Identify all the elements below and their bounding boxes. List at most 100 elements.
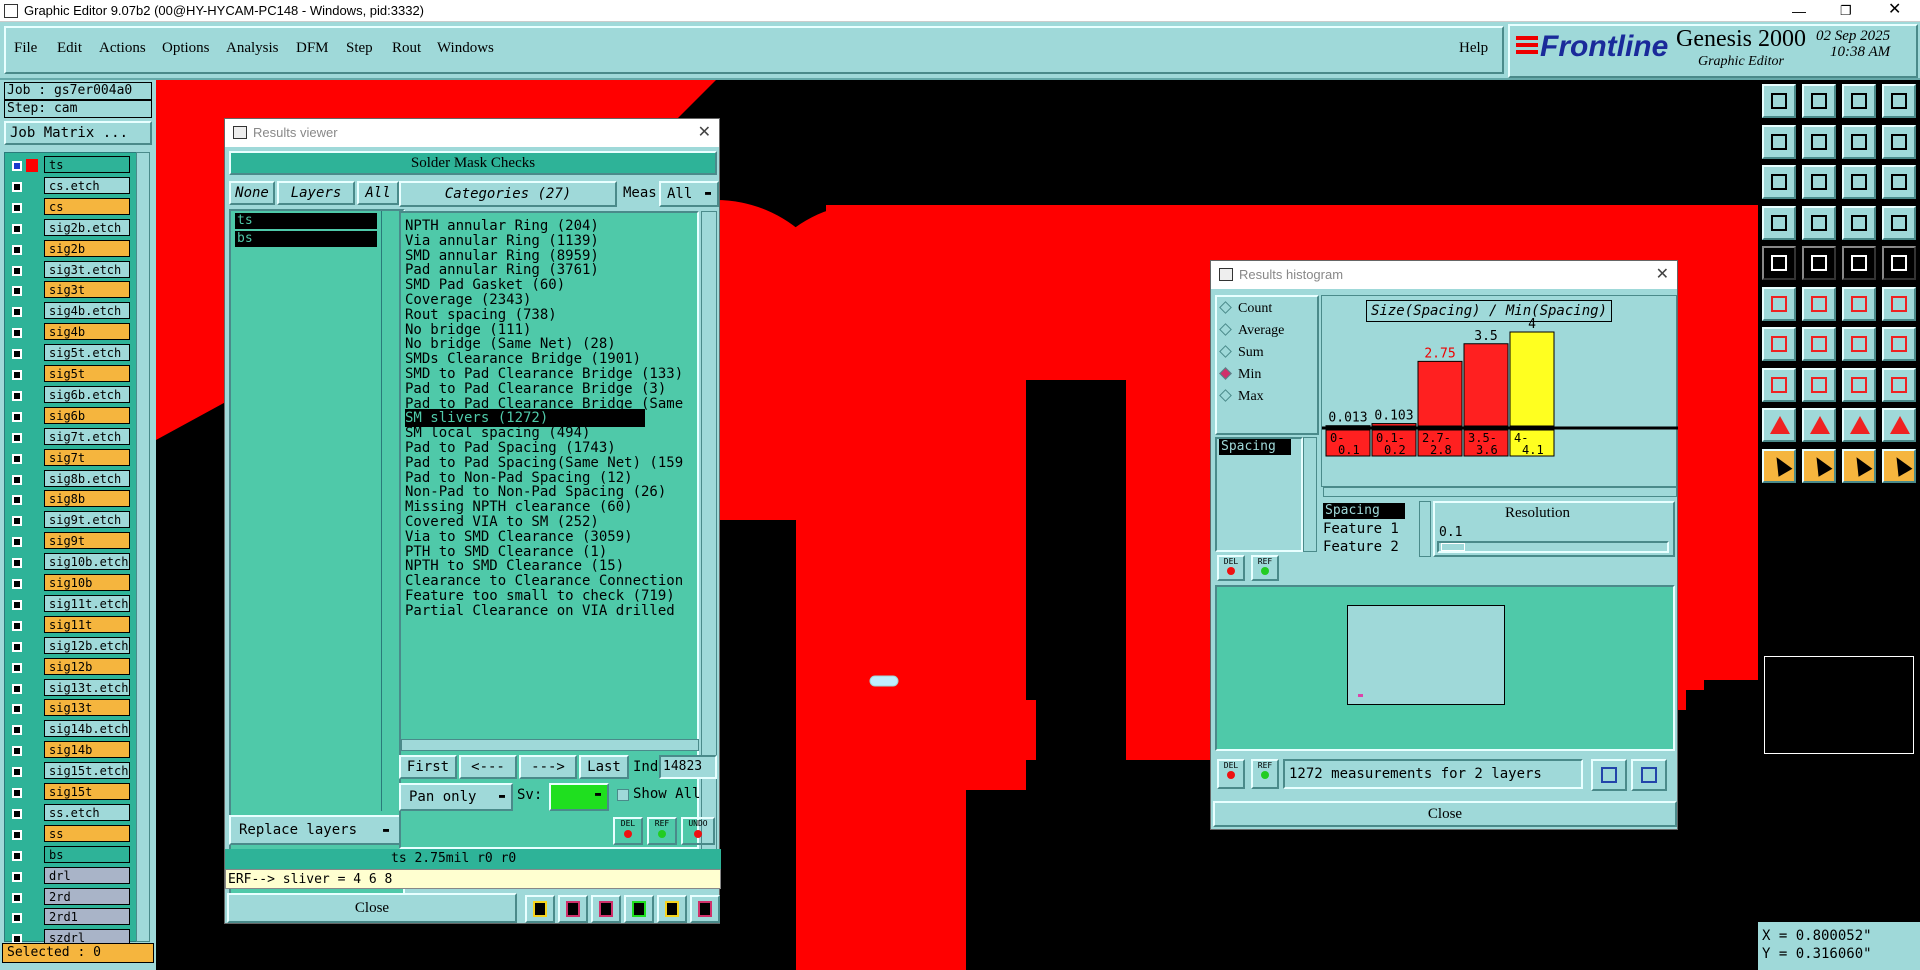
all-layers-button[interactable]: All — [357, 181, 399, 205]
menu-step[interactable]: Step — [346, 40, 373, 57]
layers-button[interactable]: Layers — [277, 181, 355, 205]
mode-option[interactable]: Average — [1219, 323, 1284, 341]
layer-checkbox[interactable] — [12, 662, 22, 673]
severity-color-select[interactable]: ▬ — [549, 783, 609, 811]
menu-file[interactable]: File — [14, 40, 37, 57]
draw-arc-icon[interactable] — [1802, 327, 1836, 361]
add-line-icon[interactable] — [1882, 286, 1916, 321]
layer-checkbox[interactable] — [12, 683, 22, 694]
layer-checkbox[interactable] — [12, 244, 22, 255]
layer-row[interactable]: sig9t.etch — [8, 511, 130, 530]
layer-checkbox[interactable] — [12, 202, 22, 213]
hist-del2-button[interactable]: DEL — [1217, 759, 1245, 789]
pointer3-icon[interactable] — [1842, 448, 1876, 483]
none-button[interactable]: None — [229, 181, 275, 205]
layer-checkbox[interactable] — [12, 181, 22, 192]
replace-layers-button[interactable]: Replace layers — [229, 815, 405, 845]
triangle4-icon[interactable] — [1882, 408, 1916, 442]
layer-checkbox[interactable] — [12, 558, 22, 569]
radio-diamond-icon[interactable] — [1219, 367, 1232, 380]
grid-icon[interactable] — [1802, 205, 1836, 240]
feature-item[interactable]: Spacing — [1323, 503, 1405, 519]
layer-row[interactable]: sig2b.etch — [8, 218, 130, 238]
select-pad-icon[interactable] — [1762, 367, 1796, 402]
export-icon[interactable] — [1591, 759, 1627, 791]
maximize-icon[interactable]: ❐ — [1840, 0, 1852, 22]
histogram-close-icon[interactable]: ✕ — [1656, 261, 1669, 289]
feature-vscroll[interactable] — [1419, 501, 1431, 557]
zoom-fit-icon[interactable] — [1842, 124, 1876, 159]
layer-checkbox[interactable] — [12, 579, 22, 589]
scale-icon[interactable] — [1842, 165, 1876, 199]
report-icon[interactable] — [657, 895, 687, 923]
results-layer-item[interactable]: bs — [235, 231, 377, 247]
layer-row[interactable]: sig6b.etch — [8, 385, 130, 405]
layer-row[interactable]: sig5t.etch — [8, 344, 130, 363]
layer-list-vscroll[interactable] — [381, 211, 401, 811]
attribute-vscroll[interactable] — [1303, 437, 1317, 552]
hist-ref-button[interactable]: REF — [1251, 555, 1279, 581]
previous-button[interactable]: <--- — [459, 755, 517, 779]
layer-row[interactable]: sig4b.etch — [8, 302, 130, 321]
radio-diamond-icon[interactable] — [1219, 323, 1232, 336]
zoom-in-icon[interactable] — [1762, 84, 1796, 118]
zoom-box-icon[interactable] — [1882, 84, 1916, 118]
dot-icon[interactable] — [1882, 246, 1916, 280]
mode-option[interactable]: Max — [1219, 389, 1264, 407]
category-item[interactable]: Partial Clearance on VIA drilled — [405, 602, 675, 620]
fit-screen-icon[interactable] — [1762, 165, 1796, 199]
radio-diamond-icon[interactable] — [1219, 345, 1232, 358]
home-icon[interactable] — [1842, 84, 1876, 118]
cross-net-icon[interactable] — [1802, 286, 1836, 321]
del-button[interactable]: DEL — [613, 817, 643, 845]
layer-row[interactable]: 2rd — [8, 887, 130, 907]
layer-checkbox[interactable] — [12, 474, 22, 485]
results-viewer-close-icon[interactable]: ✕ — [698, 119, 711, 147]
layer-row[interactable]: 2rd1 — [8, 908, 130, 927]
redraw-icon[interactable] — [1882, 124, 1916, 159]
next-button[interactable]: ---> — [519, 755, 577, 779]
layer-row[interactable]: cs.etch — [8, 176, 130, 196]
pan-right-icon[interactable] — [1802, 124, 1836, 159]
layer-checkbox[interactable] — [12, 411, 22, 422]
layer-checkbox[interactable] — [12, 725, 22, 736]
layer-row[interactable]: sig7t.etch — [8, 427, 130, 447]
ref-button[interactable]: REF — [647, 817, 677, 845]
menu-edit[interactable]: Edit — [57, 40, 82, 57]
layer-row[interactable]: sig4b — [8, 323, 130, 342]
layer-checkbox[interactable] — [12, 223, 22, 234]
layer-checkbox[interactable] — [12, 808, 22, 819]
hist-del-button[interactable]: DEL — [1217, 555, 1245, 581]
layer-checkbox[interactable] — [12, 829, 22, 840]
close-icon[interactable]: ✕ — [1888, 0, 1901, 21]
layer-checkbox[interactable] — [12, 328, 22, 339]
graphics-icon[interactable] — [1882, 205, 1916, 240]
show-all-checkbox[interactable] — [617, 789, 629, 801]
pointer2-icon[interactable] — [1802, 448, 1836, 483]
align-icon[interactable] — [1842, 367, 1876, 402]
layer-checkbox[interactable] — [12, 265, 22, 276]
last-button[interactable]: Last — [579, 755, 629, 779]
feature-item[interactable]: Feature 2 — [1323, 539, 1399, 555]
layer-checkbox[interactable] — [12, 390, 22, 401]
menu-analysis[interactable]: Analysis — [226, 40, 279, 57]
radio-diamond-icon[interactable] — [1219, 389, 1232, 402]
help-icon[interactable] — [1882, 165, 1916, 199]
menu-windows[interactable]: Windows — [437, 40, 494, 57]
layer-row[interactable]: sig3t.etch — [8, 260, 130, 280]
layer-checkbox[interactable] — [12, 599, 22, 610]
minimize-icon[interactable]: — — [1792, 0, 1806, 22]
layer-checkbox[interactable] — [12, 850, 22, 861]
attribute-item[interactable]: Spacing — [1219, 439, 1291, 455]
layer-row[interactable]: sig14b — [8, 741, 130, 760]
layer-row[interactable]: sig11t — [8, 615, 130, 635]
chart-icon[interactable] — [690, 895, 720, 923]
layer-checkbox[interactable] — [12, 892, 22, 903]
results-viewer-close-button[interactable]: Close — [227, 893, 517, 923]
mode-option[interactable]: Min — [1219, 367, 1261, 385]
layer-row[interactable]: drl — [8, 866, 130, 886]
index-input[interactable]: 14823 — [659, 755, 717, 779]
text-icon[interactable] — [1882, 327, 1916, 361]
histogram-bar[interactable] — [1371, 423, 1417, 427]
layer-row[interactable]: sig12b — [8, 657, 130, 677]
